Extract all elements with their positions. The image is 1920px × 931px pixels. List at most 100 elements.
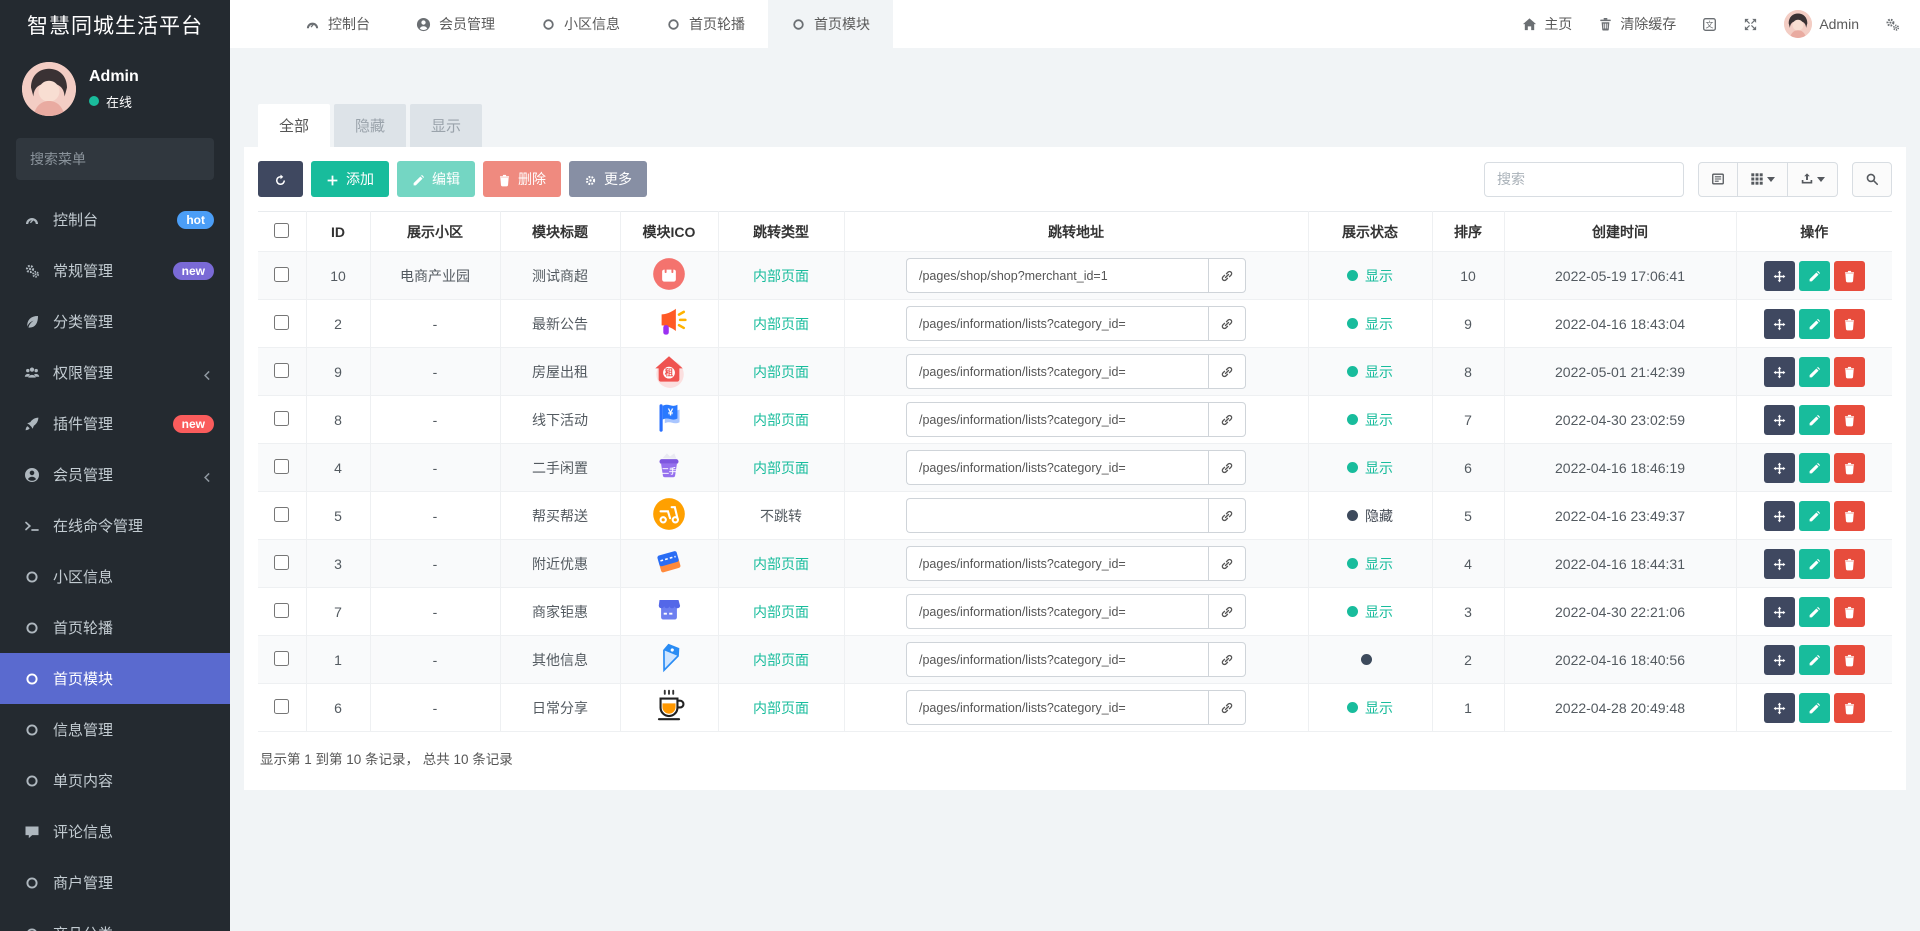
drag-sort-button[interactable] bbox=[1763, 548, 1795, 579]
cell-jump-type[interactable]: 内部页面 bbox=[753, 604, 809, 620]
table-search-input[interactable] bbox=[1484, 161, 1684, 197]
row-checkbox[interactable] bbox=[274, 458, 290, 474]
edit-row-button[interactable] bbox=[1798, 692, 1830, 723]
sidebar-item-6[interactable]: 会员管理 bbox=[0, 449, 230, 500]
jump-url-input[interactable] bbox=[906, 594, 1208, 629]
edit-row-button[interactable] bbox=[1798, 356, 1830, 387]
jump-url-input[interactable] bbox=[906, 450, 1208, 485]
open-link-button[interactable] bbox=[1208, 450, 1246, 485]
col-id[interactable]: ID bbox=[306, 211, 371, 252]
delete-row-button[interactable] bbox=[1833, 500, 1865, 531]
row-checkbox[interactable] bbox=[274, 314, 290, 330]
detail-view-button[interactable] bbox=[1698, 161, 1738, 197]
col-community[interactable]: 展示小区 bbox=[370, 211, 501, 252]
refresh-button[interactable] bbox=[258, 161, 303, 197]
col-sort[interactable]: 排序 bbox=[1432, 211, 1505, 252]
status-badge[interactable]: 显示 bbox=[1347, 554, 1393, 574]
open-link-button[interactable] bbox=[1208, 690, 1246, 725]
delete-row-button[interactable] bbox=[1833, 404, 1865, 435]
row-checkbox[interactable] bbox=[274, 698, 290, 714]
delete-row-button[interactable] bbox=[1833, 452, 1865, 483]
jump-url-input[interactable] bbox=[906, 546, 1208, 581]
sidebar-search-input[interactable] bbox=[30, 151, 211, 167]
sidebar-item-12[interactable]: 单页内容 bbox=[0, 755, 230, 806]
col-status[interactable]: 展示状态 bbox=[1308, 211, 1433, 252]
delete-row-button[interactable] bbox=[1833, 260, 1865, 291]
edit-button[interactable]: 编辑 bbox=[397, 161, 475, 197]
cell-jump-type[interactable]: 内部页面 bbox=[753, 364, 809, 380]
sidebar-item-7[interactable]: 在线命令管理 bbox=[0, 500, 230, 551]
cell-jump-type[interactable]: 内部页面 bbox=[753, 556, 809, 572]
delete-row-button[interactable] bbox=[1833, 644, 1865, 675]
jump-url-input[interactable] bbox=[906, 690, 1208, 725]
status-badge[interactable]: 显示 bbox=[1347, 698, 1393, 718]
sidebar-item-8[interactable]: 小区信息 bbox=[0, 551, 230, 602]
fullscreen-button[interactable] bbox=[1743, 17, 1758, 32]
delete-row-button[interactable] bbox=[1833, 548, 1865, 579]
row-checkbox[interactable] bbox=[274, 410, 290, 426]
status-badge[interactable]: 显示 bbox=[1347, 410, 1393, 430]
col-created[interactable]: 创建时间 bbox=[1504, 211, 1737, 252]
edit-row-button[interactable] bbox=[1798, 308, 1830, 339]
drag-sort-button[interactable] bbox=[1763, 596, 1795, 627]
delete-row-button[interactable] bbox=[1833, 356, 1865, 387]
edit-row-button[interactable] bbox=[1798, 452, 1830, 483]
edit-row-button[interactable] bbox=[1798, 644, 1830, 675]
jump-url-input[interactable] bbox=[906, 498, 1208, 533]
col-jump-url[interactable]: 跳转地址 bbox=[844, 211, 1309, 252]
sidebar-item-11[interactable]: 信息管理 bbox=[0, 704, 230, 755]
drag-sort-button[interactable] bbox=[1763, 404, 1795, 435]
col-title[interactable]: 模块标题 bbox=[500, 211, 621, 252]
row-checkbox[interactable] bbox=[274, 650, 290, 666]
open-link-button[interactable] bbox=[1208, 498, 1246, 533]
settings-button[interactable] bbox=[1885, 17, 1900, 32]
drag-sort-button[interactable] bbox=[1763, 260, 1795, 291]
columns-button[interactable] bbox=[1738, 161, 1788, 197]
status-badge[interactable]: 显示 bbox=[1347, 314, 1393, 334]
sidebar-item-13[interactable]: 评论信息 bbox=[0, 806, 230, 857]
drag-sort-button[interactable] bbox=[1763, 500, 1795, 531]
sidebar-item-3[interactable]: 分类管理 bbox=[0, 296, 230, 347]
sidebar-item-5[interactable]: 插件管理 new bbox=[0, 398, 230, 449]
sidebar-item-9[interactable]: 首页轮播 bbox=[0, 602, 230, 653]
delete-button[interactable]: 删除 bbox=[483, 161, 561, 197]
row-checkbox[interactable] bbox=[274, 362, 290, 378]
cell-jump-type[interactable]: 内部页面 bbox=[753, 460, 809, 476]
open-link-button[interactable] bbox=[1208, 546, 1246, 581]
language-button[interactable]: 文 bbox=[1702, 17, 1717, 32]
delete-row-button[interactable] bbox=[1833, 692, 1865, 723]
topbar-tab-3[interactable]: 小区信息 bbox=[518, 0, 643, 48]
open-link-button[interactable] bbox=[1208, 306, 1246, 341]
jump-url-input[interactable] bbox=[906, 354, 1208, 389]
edit-row-button[interactable] bbox=[1798, 548, 1830, 579]
cell-jump-type[interactable]: 内部页面 bbox=[753, 316, 809, 332]
edit-row-button[interactable] bbox=[1798, 500, 1830, 531]
sidebar-item-14[interactable]: 商户管理 bbox=[0, 857, 230, 908]
jump-url-input[interactable] bbox=[906, 402, 1208, 437]
export-button[interactable] bbox=[1788, 161, 1838, 197]
sidebar-item-2[interactable]: 常规管理 new bbox=[0, 245, 230, 296]
sidebar-item-1[interactable]: 控制台 hot bbox=[0, 194, 230, 245]
jump-url-input[interactable] bbox=[906, 258, 1208, 293]
user-menu[interactable]: Admin bbox=[1784, 10, 1859, 38]
topbar-tab-1[interactable]: 控制台 bbox=[282, 0, 393, 48]
search-toggle-button[interactable] bbox=[1852, 161, 1892, 197]
topbar-tab-4[interactable]: 首页轮播 bbox=[643, 0, 768, 48]
cell-jump-type[interactable]: 内部页面 bbox=[753, 652, 809, 668]
filter-tab-1[interactable]: 全部 bbox=[258, 104, 331, 147]
open-link-button[interactable] bbox=[1208, 402, 1246, 437]
delete-row-button[interactable] bbox=[1833, 596, 1865, 627]
sidebar-item-4[interactable]: 权限管理 bbox=[0, 347, 230, 398]
add-button[interactable]: 添加 bbox=[311, 161, 389, 197]
drag-sort-button[interactable] bbox=[1763, 644, 1795, 675]
edit-row-button[interactable] bbox=[1798, 260, 1830, 291]
sidebar-item-10[interactable]: 首页模块 bbox=[0, 653, 230, 704]
open-link-button[interactable] bbox=[1208, 354, 1246, 389]
col-ico[interactable]: 模块ICO bbox=[620, 211, 719, 252]
edit-row-button[interactable] bbox=[1798, 404, 1830, 435]
more-button[interactable]: 更多 bbox=[569, 161, 647, 197]
sidebar-item-15[interactable]: 商品分类 bbox=[0, 908, 230, 931]
open-link-button[interactable] bbox=[1208, 594, 1246, 629]
row-checkbox[interactable] bbox=[274, 602, 290, 618]
row-checkbox[interactable] bbox=[274, 266, 290, 282]
